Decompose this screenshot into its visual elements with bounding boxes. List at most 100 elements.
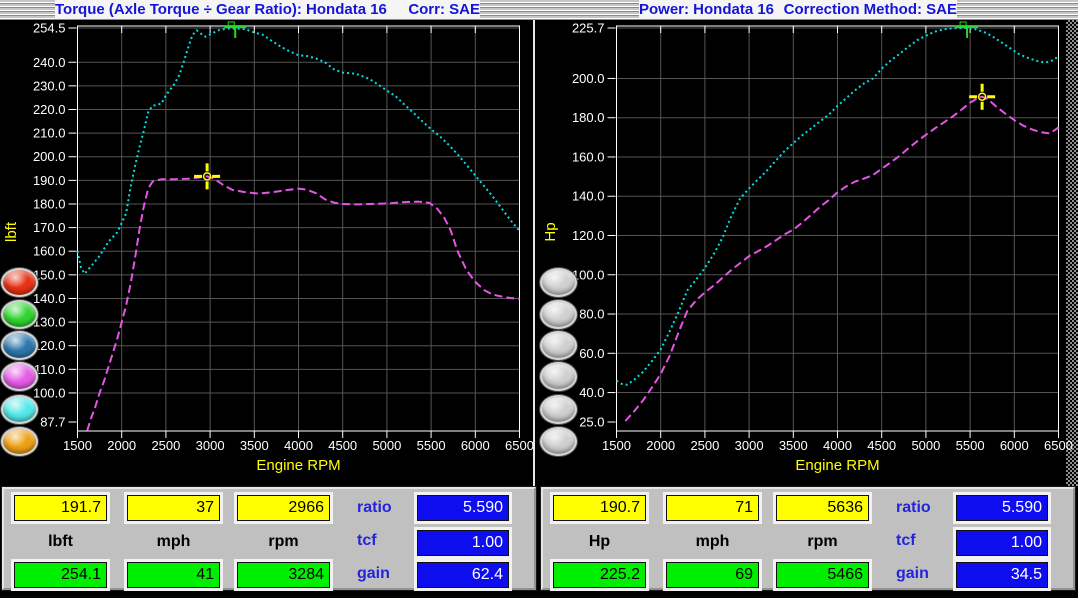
y-tick-label: 220.0 — [33, 102, 66, 117]
y-tick-label: 150.0 — [33, 267, 66, 282]
y-axis-label: lbft — [3, 221, 20, 242]
y-tick-label: 160.0 — [572, 149, 605, 164]
x-tick-label: 5000 — [911, 438, 940, 453]
power-chart-title: Power: Hondata 16 Correction Method: SAE — [639, 0, 957, 19]
y-tick-label: 130.0 — [33, 315, 66, 330]
trace-button-red[interactable] — [3, 270, 36, 295]
x-axis-label: Engine RPM — [795, 457, 879, 474]
gain-label: gain — [357, 565, 390, 583]
x-tick-label: 3000 — [196, 438, 225, 453]
trace-button-cyan[interactable] — [3, 397, 36, 422]
ratio-label: ratio — [896, 499, 931, 517]
rpm-unit-label: rpm — [776, 533, 869, 551]
speed-unit-label: mph — [127, 533, 220, 551]
tcf-field[interactable]: 1.00 — [417, 530, 509, 556]
tcf-label: tcf — [896, 532, 916, 550]
trace-button-gray[interactable] — [542, 397, 575, 422]
trace-button-gray[interactable] — [542, 364, 575, 389]
torque-correction-text: Corr: SAE — [408, 1, 480, 18]
y-tick-label: 110.0 — [34, 362, 66, 377]
trace-button-orange[interactable] — [3, 429, 36, 454]
y-tick-label: 60.0 — [579, 346, 604, 361]
y-axis-label: Hp — [542, 222, 559, 241]
trace-button-gray[interactable] — [542, 302, 575, 327]
y-tick-label: 180.0 — [572, 110, 605, 125]
y-tick-label: 200.0 — [33, 149, 66, 164]
gain-field[interactable]: 34.5 — [956, 562, 1048, 588]
torque-chart-title: Torque (Axle Torque ÷ Gear Ratio): Honda… — [55, 0, 480, 19]
y-tick-label: 140.0 — [572, 189, 605, 204]
x-tick-label: 3500 — [240, 438, 269, 453]
x-tick-label: 1500 — [63, 438, 92, 453]
power-unit-label: Hp — [553, 533, 646, 551]
dyno-app-window: Torque (Axle Torque ÷ Gear Ratio): Honda… — [0, 0, 1078, 598]
y-tick-label: 80.0 — [579, 307, 604, 322]
ratio-label: ratio — [357, 499, 392, 517]
y-tick-label: 140.0 — [33, 291, 66, 306]
torque-title-text: Torque (Axle Torque ÷ Gear Ratio): Honda… — [55, 1, 387, 18]
y-tick-label: 160.0 — [33, 244, 66, 259]
y-tick-label: 100.0 — [33, 385, 66, 400]
power-readout-panel: 190.7 71 5636 Hp mph rpm 225.2 69 5466 r… — [541, 487, 1075, 590]
x-tick-label: 2500 — [690, 438, 719, 453]
torque-readout-panel: 191.7 37 2966 lbft mph rpm 254.1 41 3284… — [2, 487, 536, 590]
y-tick-label: 25.0 — [579, 415, 604, 430]
x-tick-label: 4000 — [284, 438, 313, 453]
x-tick-label: 6000 — [1000, 438, 1029, 453]
x-tick-label: 4500 — [867, 438, 896, 453]
trace-button-blue[interactable] — [3, 333, 36, 358]
x-tick-label: 4000 — [823, 438, 852, 453]
y-tick-label: 87.7 — [40, 415, 65, 430]
x-tick-label: 2500 — [151, 438, 180, 453]
y-tick-label: 225.7 — [572, 21, 605, 36]
y-tick-label: 120.0 — [33, 338, 66, 353]
trace-button-green[interactable] — [3, 302, 36, 327]
y-tick-label: 230.0 — [33, 78, 66, 93]
x-tick-label: 5500 — [956, 438, 985, 453]
y-tick-label: 100.0 — [572, 267, 605, 282]
speed-cursor-value: 37 — [127, 495, 220, 521]
power-chart: 1500200025003000350040004500500055006000… — [539, 20, 1078, 485]
speed-peak-value: 41 — [127, 562, 220, 588]
trace-button-gray[interactable] — [542, 333, 575, 358]
y-tick-label: 254.5 — [33, 21, 66, 36]
x-tick-label: 2000 — [646, 438, 675, 453]
gain-field[interactable]: 62.4 — [417, 562, 509, 588]
x-tick-label: 4500 — [328, 438, 357, 453]
y-tick-label: 190.0 — [33, 173, 66, 188]
chart-headers-bar: Torque (Axle Torque ÷ Gear Ratio): Honda… — [0, 0, 1078, 20]
y-tick-label: 180.0 — [33, 196, 66, 211]
power-cursor-value: 190.7 — [553, 495, 646, 521]
y-tick-label: 170.0 — [33, 220, 66, 235]
tcf-label: tcf — [357, 532, 377, 550]
torque-unit-label: lbft — [14, 533, 107, 551]
tcf-field[interactable]: 1.00 — [956, 530, 1048, 556]
rpm-peak-value: 5466 — [776, 562, 869, 588]
speed-cursor-value: 71 — [666, 495, 759, 521]
y-tick-label: 240.0 — [33, 55, 66, 70]
rpm-cursor-value: 5636 — [776, 495, 869, 521]
x-tick-label: 6000 — [461, 438, 490, 453]
torque-peak-value: 254.1 — [14, 562, 107, 588]
power-correction-text: Correction Method: SAE — [784, 1, 957, 18]
x-tick-label: 1500 — [602, 438, 631, 453]
torque-chart: 1500200025003000350040004500500055006000… — [0, 20, 539, 485]
ratio-field[interactable]: 5.590 — [417, 495, 509, 521]
x-tick-label: 6500 — [505, 438, 534, 453]
x-tick-label: 5000 — [372, 438, 401, 453]
trace-button-gray[interactable] — [542, 270, 575, 295]
charts-area: 1500 2000 2500 3000 3500 4000 4500 5000 5500 6000… — [0, 20, 1078, 487]
x-axis-label: Engine RPM — [256, 457, 340, 474]
x-tick-label: 3000 — [735, 438, 764, 453]
rpm-cursor-value: 2966 — [237, 495, 330, 521]
ratio-field[interactable]: 5.590 — [956, 495, 1048, 521]
x-tick-label: 6500 — [1044, 438, 1073, 453]
speed-peak-value: 69 — [666, 562, 759, 588]
trace-button-gray[interactable] — [542, 429, 575, 454]
trace-button-magenta[interactable] — [3, 364, 36, 389]
power-title-text: Power: Hondata 16 — [639, 1, 774, 18]
speed-unit-label: mph — [666, 533, 759, 551]
x-tick-label: 5500 — [417, 438, 446, 453]
y-tick-label: 200.0 — [572, 71, 605, 86]
gain-label: gain — [896, 565, 929, 583]
